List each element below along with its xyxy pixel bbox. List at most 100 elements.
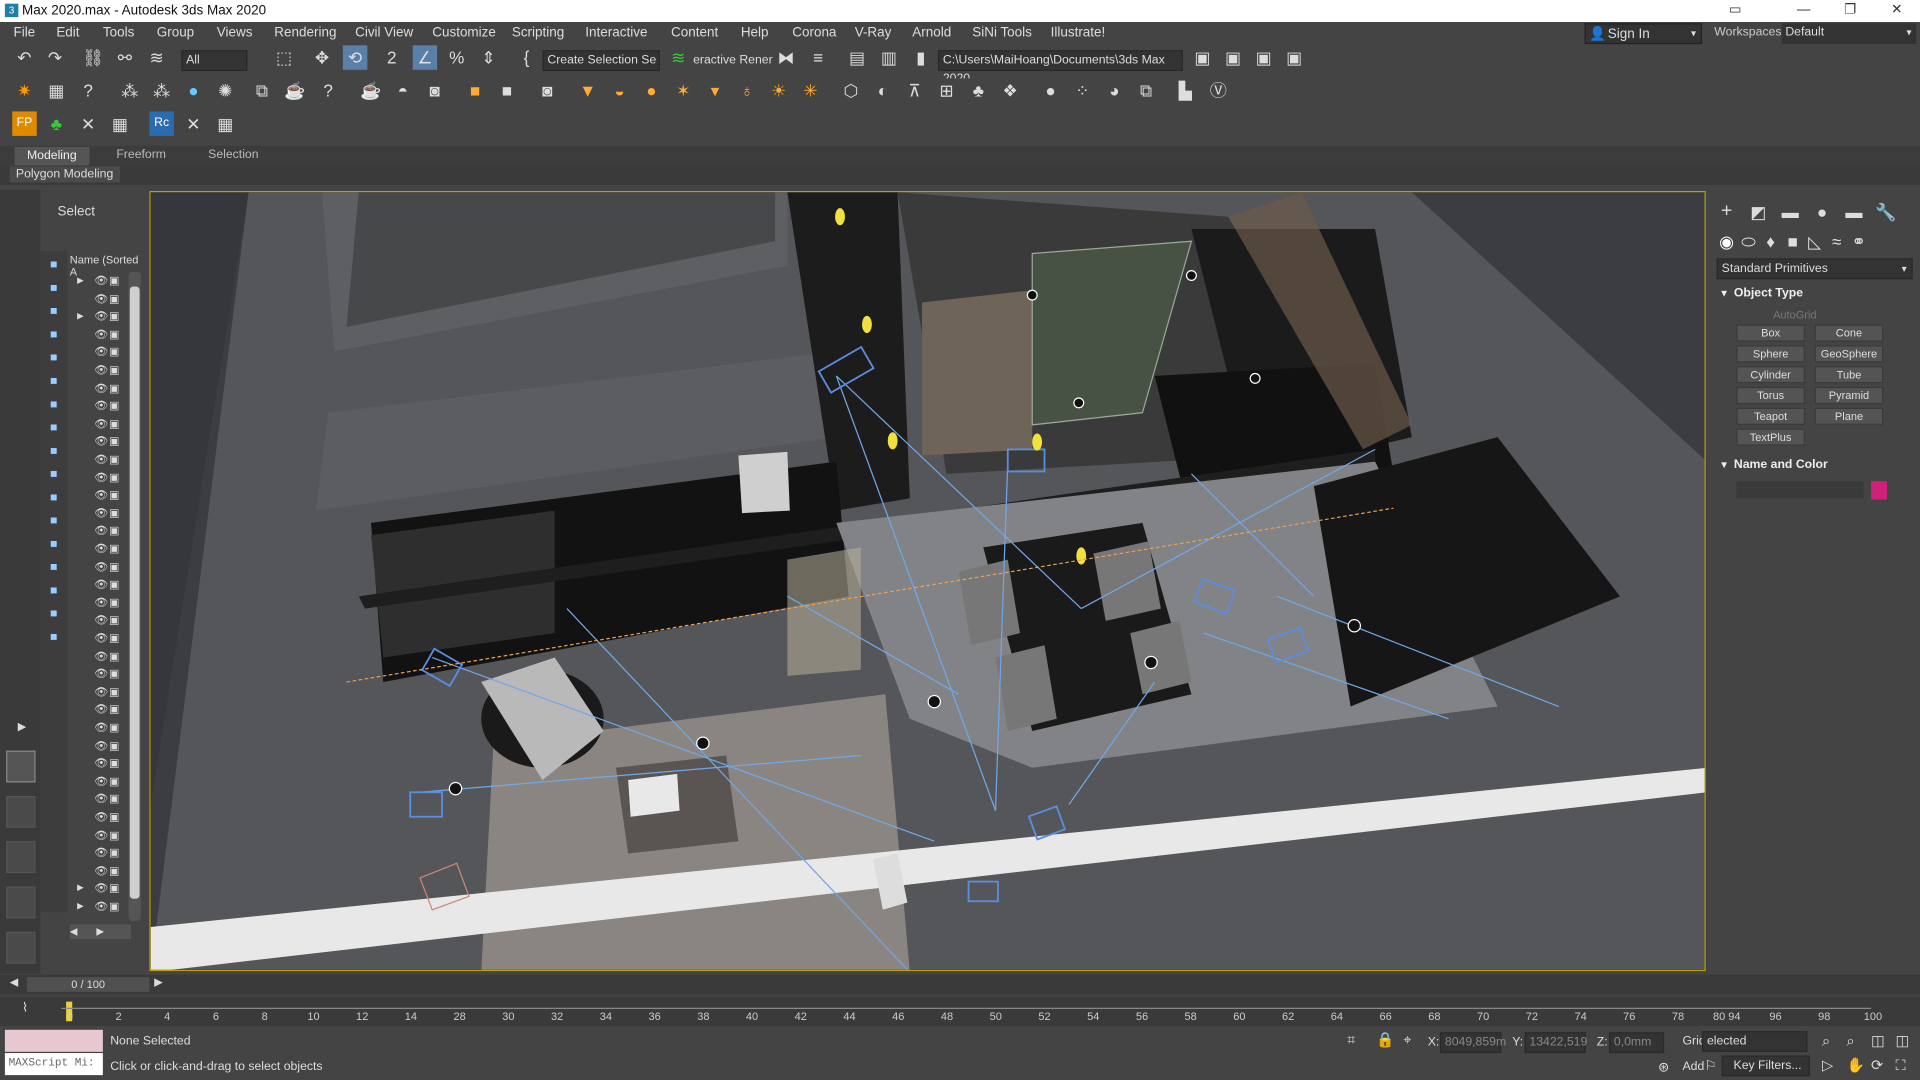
sign-in-button[interactable]: Sign In 👤 ▾ [1584, 23, 1703, 45]
project-path-dropdown[interactable]: C:\Users\MaiHoang\Documents\3ds Max 2020 [937, 50, 1183, 86]
expand-arrow-icon[interactable]: ▶ [10, 714, 34, 738]
tab-modeling[interactable]: Modeling [14, 146, 89, 166]
filter-filter-icon[interactable]: ■ [42, 579, 66, 603]
display-tab-icon[interactable]: ▬ [1842, 200, 1866, 224]
scene-row[interactable]: 👁 ▣ [70, 346, 129, 362]
menu-interactive[interactable]: Interactive [585, 26, 647, 41]
time-slider[interactable]: 0 / 100 [26, 977, 150, 992]
zoom-extents-icon[interactable]: ◫ [1871, 1032, 1885, 1049]
y-coordinate[interactable]: 13422,519 [1524, 1032, 1587, 1054]
collapse-icon[interactable]: ▼ [1719, 288, 1729, 299]
filter-helper-icon[interactable]: ■ [42, 347, 66, 371]
select-move-icon[interactable]: ✥ [310, 45, 334, 69]
vray-proxy-icon[interactable]: ⧉ [250, 78, 274, 102]
visibility-eye-icon[interactable]: 👁 [94, 346, 109, 358]
visibility-eye-icon[interactable]: 👁 [94, 650, 109, 662]
visibility-eye-icon[interactable]: 👁 [94, 847, 109, 859]
filter-hidden-icon[interactable]: ■ [42, 509, 66, 533]
mesh-light-icon[interactable]: ♁ [735, 78, 759, 102]
menu-illustrate-[interactable]: Illustrate! [1051, 26, 1106, 41]
render-iterative-icon[interactable]: ▣ [1282, 45, 1306, 69]
filter-wave-icon[interactable]: ■ [42, 370, 66, 394]
menu-sini-tools[interactable]: SiNi Tools [972, 26, 1032, 41]
light-bulb-icon[interactable]: ● [181, 78, 205, 102]
scene-row[interactable]: 👁 ▣ [70, 740, 129, 755]
spinner-snap-icon[interactable]: ⇕ [476, 45, 500, 69]
render-setup-icon[interactable]: ▣ [1190, 45, 1214, 69]
create-cone-button[interactable]: Cone [1814, 324, 1884, 342]
camera-2-icon[interactable]: ◙ [535, 78, 559, 102]
help-icon[interactable]: ? [76, 78, 100, 102]
expand-arrow-icon[interactable]: ▶ [77, 883, 92, 894]
scene-row[interactable]: 👁 ▣ ▶ [70, 901, 129, 916]
geometry-icon[interactable]: ◉ [1714, 229, 1738, 253]
select-object-icon[interactable]: ⬚ [272, 45, 296, 69]
scene-row[interactable]: 👁 ▣ [70, 489, 129, 505]
scene-row[interactable]: 👁 ▣ [70, 615, 129, 630]
create-geosphere-button[interactable]: GeoSphere [1814, 345, 1884, 363]
visibility-eye-icon[interactable]: 👁 [94, 668, 109, 680]
create-teapot-button[interactable]: Teapot [1736, 407, 1805, 425]
visibility-eye-icon[interactable]: 👁 [94, 632, 109, 644]
scene-row[interactable]: 👁 ▣ [70, 686, 129, 702]
dome-light-icon[interactable]: ◒ [607, 78, 631, 102]
track-bar[interactable]: ⌇ 0 2 4 6 8 10 12 14 28 30 32 34 36 38 40 42 44 46 48 50 52 5… [0, 996, 1920, 1027]
filter-frozen-icon[interactable]: ■ [42, 486, 66, 510]
scene-row[interactable]: 👁 ▣ [70, 382, 129, 398]
zoom-all-icon[interactable]: ⌕ [1847, 1032, 1855, 1050]
category-dropdown[interactable]: Standard Primitives ▾ [1716, 258, 1913, 280]
filter-container-icon[interactable]: ■ [42, 463, 66, 487]
systems-icon[interactable]: ⚭ [1847, 229, 1871, 253]
paint-icon[interactable]: ◕ [1102, 78, 1126, 102]
autogrid-checkbox[interactable]: AutoGrid [1773, 309, 1817, 321]
filter-camera2-icon[interactable]: ■ [42, 323, 66, 347]
help-circle-icon[interactable]: ? [316, 78, 340, 102]
key-filters-button[interactable]: Key Filters... [1721, 1055, 1810, 1077]
absolute-mode-icon[interactable]: ⌖ [1403, 1031, 1411, 1049]
visibility-eye-icon[interactable]: 👁 [94, 489, 109, 501]
create-pyramid-button[interactable]: Pyramid [1814, 386, 1884, 405]
maximize-viewport-icon[interactable]: ⛶ [1896, 1057, 1906, 1075]
corona-icon[interactable]: ■ [463, 78, 487, 102]
z-coordinate[interactable]: 0,0mm [1608, 1032, 1665, 1054]
vray-logo-icon[interactable]: Ⓥ [1206, 78, 1230, 102]
name-color-title[interactable]: Name and Color [1734, 458, 1828, 471]
modify-tab-icon[interactable]: ◩ [1746, 200, 1770, 224]
filter-bone-icon[interactable]: ■ [42, 416, 66, 440]
scene-row[interactable]: 👁 ▣ [70, 364, 129, 380]
sphere-light-icon[interactable]: ● [639, 78, 663, 102]
filter-sort-icon[interactable]: ■ [42, 556, 66, 580]
ies-light-icon[interactable]: ✶ [671, 78, 695, 102]
fov-icon[interactable]: ▷ [1822, 1057, 1833, 1074]
visibility-eye-icon[interactable]: 👁 [94, 472, 109, 483]
scene-row[interactable]: 👁 ▣ [70, 472, 129, 487]
particle-2-icon[interactable]: ⁂ [149, 78, 173, 102]
railclone-icon[interactable]: Rc [149, 111, 174, 136]
sky-icon[interactable]: ✳ [798, 78, 822, 102]
material-ball-icon[interactable]: ● [1038, 78, 1062, 102]
menu-rendering[interactable]: Rendering [274, 26, 336, 41]
layout-tab-1[interactable] [6, 750, 36, 783]
scene-row[interactable]: 👁 ▣ [70, 543, 129, 559]
create-tab-icon[interactable]: + [1714, 200, 1738, 224]
visibility-eye-icon[interactable]: 👁 [94, 275, 109, 287]
menu-civil-view[interactable]: Civil View [355, 26, 413, 41]
scene-row[interactable]: 👁 ▣ [70, 829, 129, 845]
visibility-eye-icon[interactable]: 👁 [94, 364, 109, 376]
scene-explorer-scrollbar[interactable] [128, 271, 141, 921]
scene-row[interactable]: 👁 ▣ [70, 329, 129, 344]
menu-tools[interactable]: Tools [103, 26, 134, 41]
filter-sphere-icon[interactable]: ■ [42, 253, 66, 277]
curve-editor-icon[interactable]: ⌇ [22, 1002, 28, 1015]
isolate-icon[interactable]: ⌗ [1347, 1031, 1355, 1049]
visibility-eye-icon[interactable]: 👁 [94, 704, 109, 716]
material-map-icon[interactable]: ⧉ [1134, 78, 1158, 102]
bind-spacewarp-icon[interactable]: ≋ [144, 45, 168, 69]
filter-lock-icon[interactable]: ■ [42, 626, 66, 650]
filter-layer-icon[interactable]: ■ [42, 533, 66, 557]
unlink-icon[interactable]: ⚯ [113, 45, 137, 69]
create-plane-button[interactable]: Plane [1814, 407, 1884, 425]
create-torus-button[interactable]: Torus [1736, 386, 1805, 405]
polygon-modeling-button[interactable]: Polygon Modeling [9, 166, 120, 183]
shapes-icon[interactable]: ⬭ [1736, 229, 1760, 253]
